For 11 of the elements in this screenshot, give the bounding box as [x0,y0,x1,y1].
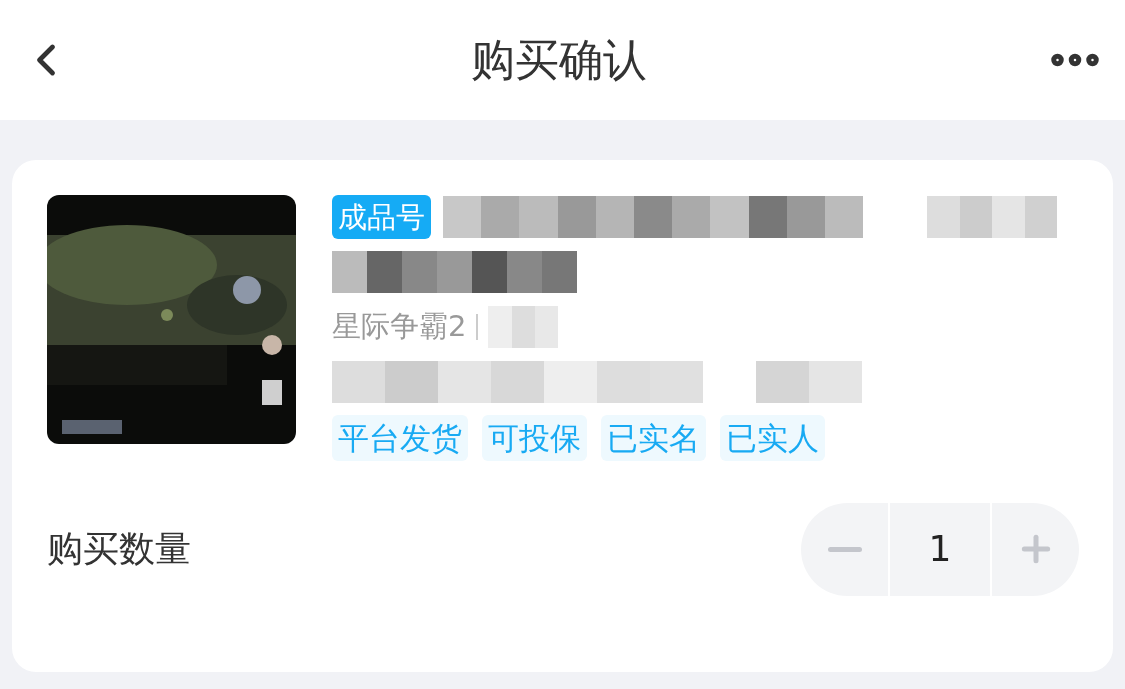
game-name: 星际争霸2 [332,308,467,345]
quantity-value[interactable]: 1 [890,502,990,596]
minus-icon [827,546,862,552]
feature-tag: 已实名 [601,414,706,461]
page-title: 购买确认 [470,33,647,87]
feature-tag: 可投保 [482,414,587,461]
product-type-badge: 成品号 [332,195,431,239]
blurred-text-drawing [488,305,559,348]
feature-tag: 平台发货 [332,414,468,461]
feature-tag: 已实人 [720,414,825,461]
quantity-label: 购买数量 [47,527,191,571]
